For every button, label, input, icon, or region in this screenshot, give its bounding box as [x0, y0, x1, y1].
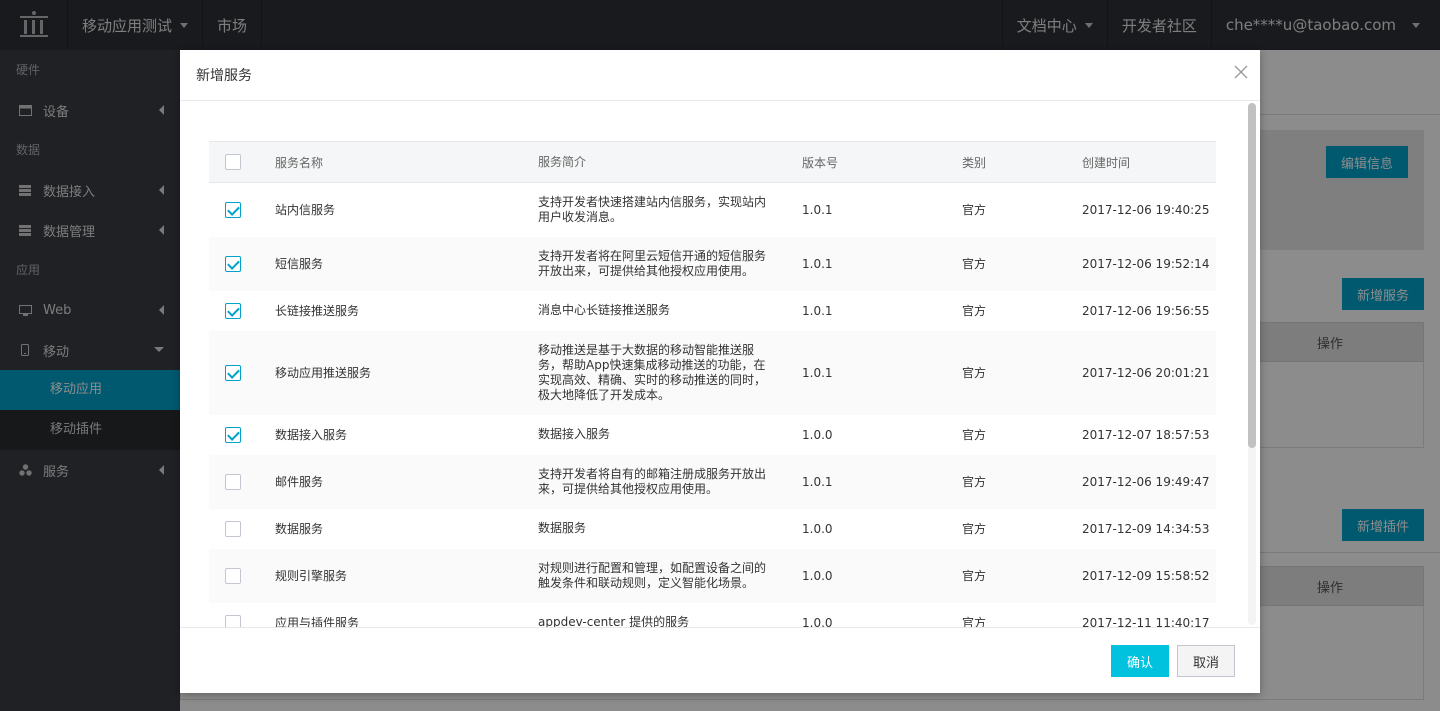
service-type: 官方	[962, 304, 987, 318]
table-row[interactable]: 数据接入服务 数据接入服务 1.0.0 官方 2017-12-07 18:57:53	[209, 415, 1216, 455]
service-name: 数据接入服务	[275, 428, 348, 442]
service-desc: appdev-center 提供的服务	[538, 615, 690, 627]
service-name: 短信服务	[275, 236, 538, 291]
row-checkbox[interactable]	[225, 364, 241, 381]
confirm-button[interactable]: 确认	[1111, 645, 1169, 677]
row-checkbox[interactable]	[225, 255, 241, 272]
service-version: 1.0.0	[802, 548, 962, 603]
close-icon[interactable]	[1234, 65, 1248, 79]
service-created-time: 2017-12-06 19:49:47	[1082, 454, 1216, 509]
service-type: 官方	[962, 236, 1082, 291]
service-version: 1.0.1	[802, 454, 962, 509]
service-type: 官方	[962, 203, 987, 218]
table-row[interactable]: 邮件服务 支持开发者将自有的邮箱注册成服务开放出来，可提供给其他授权应用使用。 1.…	[209, 454, 1216, 509]
column-header-name: 服务名称	[275, 141, 538, 183]
row-checkbox[interactable]	[225, 614, 241, 627]
scrollbar-thumb[interactable]	[1248, 103, 1256, 448]
service-version: 1.0.0	[802, 521, 833, 536]
service-created-time: 2017-12-06 19:40:25	[1082, 202, 1210, 217]
service-desc: 数据服务	[538, 521, 587, 535]
row-checkbox[interactable]	[225, 567, 241, 584]
service-version: 1.0.1	[802, 330, 962, 415]
service-version: 1.0.0	[802, 427, 833, 442]
dialog-body: 服务名称 服务简介 版本号 类别 创建时间 站内信服务 支持开发者快速搭建站内信服…	[180, 101, 1260, 627]
service-table: 服务名称 服务简介 版本号 类别 创建时间 站内信服务 支持开发者快速搭建站内信服…	[209, 141, 1216, 627]
service-type: 官方	[962, 330, 1082, 415]
table-row[interactable]: 站内信服务 支持开发者快速搭建站内信服务，实现站内用户收发消息。 1.0.1 官方 20…	[209, 183, 1216, 237]
service-desc: 对规则进行配置和管理，如配置设备之间的触发条件和联动规则，定义智能化场景。	[538, 548, 802, 603]
row-checkbox[interactable]	[225, 473, 241, 490]
service-desc: 数据接入服务	[538, 427, 611, 441]
service-version: 1.0.0	[802, 615, 833, 628]
table-header-row: 服务名称 服务简介 版本号 类别 创建时间	[209, 141, 1216, 183]
dialog-header: 新增服务	[180, 50, 1260, 101]
service-created-time: 2017-12-07 18:57:53	[1082, 427, 1210, 442]
row-checkbox[interactable]	[225, 426, 241, 443]
dialog-title: 新增服务	[196, 68, 252, 84]
service-type: 官方	[962, 428, 987, 442]
service-name: 规则引擎服务	[275, 548, 538, 603]
scrollbar[interactable]	[1248, 103, 1256, 625]
service-created-time: 2017-12-06 19:56:55	[1082, 303, 1210, 318]
service-name: 移动应用推送服务	[275, 330, 538, 415]
dialog-footer: 确认 取消	[180, 627, 1260, 693]
service-created-time: 2017-12-09 14:34:53	[1082, 521, 1210, 536]
row-checkbox[interactable]	[225, 201, 241, 218]
column-header-type: 类别	[962, 141, 1082, 183]
row-checkbox[interactable]	[225, 520, 241, 537]
table-row[interactable]: 长链接推送服务 消息中心长链接推送服务 1.0.1 官方 2017-12-06 19:5…	[209, 291, 1216, 331]
table-row[interactable]: 规则引擎服务 对规则进行配置和管理，如配置设备之间的触发条件和联动规则，定义智能化…	[209, 548, 1216, 603]
service-desc: 支持开发者快速搭建站内信服务，实现站内用户收发消息。	[538, 194, 767, 224]
column-header-desc: 服务简介	[538, 141, 802, 183]
service-version: 1.0.1	[802, 303, 833, 318]
service-type: 官方	[962, 616, 987, 627]
column-header-time: 创建时间	[1082, 141, 1216, 183]
service-created-time: 2017-12-06 20:01:21	[1082, 330, 1216, 415]
service-desc: 支持开发者将自有的邮箱注册成服务开放出来，可提供给其他授权应用使用。	[538, 454, 802, 509]
service-created-time: 2017-12-11 11:40:17	[1082, 615, 1210, 628]
service-desc: 移动推送是基于大数据的移动智能推送服务，帮助App快速集成移动推送的功能，在实现…	[538, 330, 802, 415]
table-row[interactable]: 数据服务 数据服务 1.0.0 官方 2017-12-09 14:34:53	[209, 509, 1216, 549]
select-all-checkbox[interactable]	[225, 154, 241, 170]
cancel-button[interactable]: 取消	[1177, 645, 1235, 677]
service-desc: 支持开发者将在阿里云短信开通的短信服务开放出来，可提供给其他授权应用使用。	[538, 236, 802, 291]
service-created-time: 2017-12-06 19:52:14	[1082, 236, 1216, 291]
row-checkbox[interactable]	[225, 302, 241, 319]
service-version: 1.0.1	[802, 236, 962, 291]
service-name: 应用与插件服务	[275, 616, 360, 627]
column-header-version: 版本号	[802, 141, 962, 183]
service-type: 官方	[962, 522, 987, 536]
add-service-dialog: 新增服务 服务名称 服务简介 版本号 类别 创建时间 站内信服务 支持开发者快速搭…	[180, 50, 1260, 693]
table-row[interactable]: 应用与插件服务 appdev-center 提供的服务 1.0.0 官方 2017-12…	[209, 603, 1216, 628]
service-desc: 消息中心长链接推送服务	[538, 303, 671, 317]
service-name: 长链接推送服务	[275, 304, 360, 318]
table-row[interactable]: 短信服务 支持开发者将在阿里云短信开通的短信服务开放出来，可提供给其他授权应用使用…	[209, 236, 1216, 291]
service-type: 官方	[962, 454, 1082, 509]
service-name: 邮件服务	[275, 454, 538, 509]
service-type: 官方	[962, 548, 1082, 603]
table-row[interactable]: 移动应用推送服务 移动推送是基于大数据的移动智能推送服务，帮助App快速集成移动推…	[209, 330, 1216, 415]
service-name: 站内信服务	[275, 203, 336, 218]
service-created-time: 2017-12-09 15:58:52	[1082, 548, 1216, 603]
service-name: 数据服务	[275, 522, 324, 536]
service-version: 1.0.1	[802, 202, 833, 217]
